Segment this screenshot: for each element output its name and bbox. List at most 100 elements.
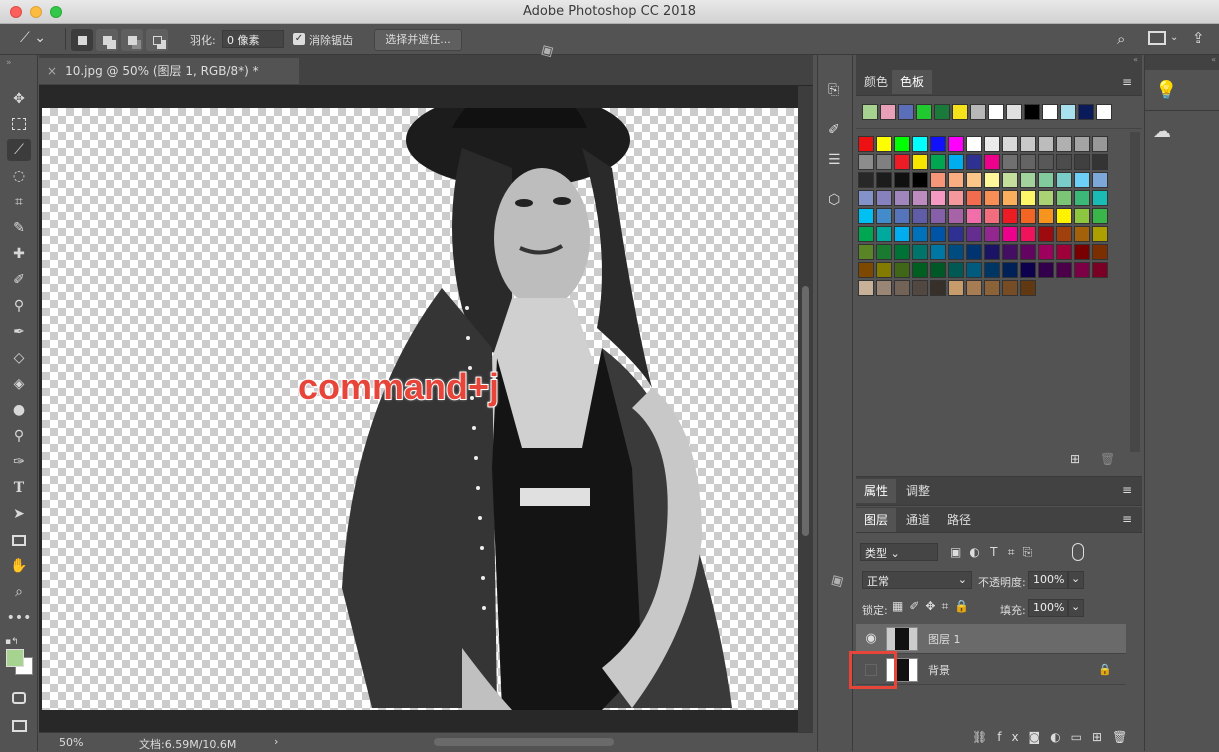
blend-mode-select[interactable]: 正常 ⌄ bbox=[862, 571, 972, 589]
swatch[interactable] bbox=[930, 262, 946, 278]
swatch[interactable] bbox=[1074, 172, 1090, 188]
recent-swatch[interactable] bbox=[880, 104, 896, 120]
tab-adjustments[interactable]: 调整 bbox=[898, 479, 938, 503]
search-icon[interactable]: ⌕ bbox=[1117, 30, 1125, 48]
swatch[interactable] bbox=[1074, 226, 1090, 242]
antialias-checkbox[interactable]: ✓ bbox=[293, 33, 305, 45]
swatch[interactable] bbox=[1002, 262, 1018, 278]
swatch[interactable] bbox=[1020, 190, 1036, 206]
swatch[interactable] bbox=[912, 154, 928, 170]
swatch[interactable] bbox=[876, 136, 892, 152]
polygonal-lasso-tool-icon[interactable]: ⟋ bbox=[7, 139, 31, 161]
swatch[interactable] bbox=[858, 280, 874, 296]
swatch[interactable] bbox=[894, 280, 910, 296]
swatch[interactable] bbox=[876, 190, 892, 206]
close-tab-icon[interactable]: × bbox=[47, 64, 57, 78]
tab-paths[interactable]: 路径 bbox=[939, 508, 979, 532]
swatches-scrollbar[interactable] bbox=[1130, 132, 1140, 452]
feather-input[interactable]: 0 像素 bbox=[222, 30, 284, 48]
fill-input[interactable]: 100% bbox=[1028, 599, 1068, 617]
swatch[interactable] bbox=[858, 136, 874, 152]
swatch[interactable] bbox=[1092, 262, 1108, 278]
swatch[interactable] bbox=[1038, 190, 1054, 206]
swatch[interactable] bbox=[930, 136, 946, 152]
swatch[interactable] bbox=[948, 154, 964, 170]
quick-mask-icon[interactable] bbox=[7, 687, 31, 709]
3d-cube-icon[interactable]: ⬡ bbox=[828, 192, 840, 208]
document-tab[interactable]: × 10.jpg @ 50% (图层 1, RGB/8*) * bbox=[39, 58, 299, 84]
layer-name[interactable]: 图层 1 bbox=[928, 631, 961, 647]
recent-swatch[interactable] bbox=[988, 104, 1004, 120]
vertical-scrollbar[interactable] bbox=[798, 86, 813, 732]
opacity-input[interactable]: 100% bbox=[1028, 571, 1068, 589]
swatch[interactable] bbox=[858, 154, 874, 170]
swatch[interactable] bbox=[930, 208, 946, 224]
swatch[interactable] bbox=[1020, 154, 1036, 170]
swatch[interactable] bbox=[858, 226, 874, 242]
layer-filter-kind-select[interactable]: 类型 ⌄ bbox=[860, 543, 938, 561]
swatch[interactable] bbox=[1020, 172, 1036, 188]
recent-swatch[interactable] bbox=[970, 104, 986, 120]
intersect-selection-button[interactable] bbox=[146, 29, 168, 51]
swatch[interactable] bbox=[1056, 208, 1072, 224]
tab-layers[interactable]: 图层 bbox=[856, 508, 897, 532]
recent-swatch[interactable] bbox=[898, 104, 914, 120]
swatch[interactable] bbox=[876, 208, 892, 224]
swatch[interactable] bbox=[1056, 190, 1072, 206]
paint-bucket-tool-icon[interactable]: ◈ bbox=[7, 373, 31, 395]
swatch[interactable] bbox=[1092, 208, 1108, 224]
quick-selection-tool-icon[interactable]: ◌ bbox=[7, 165, 31, 187]
recent-swatch[interactable] bbox=[952, 104, 968, 120]
swatch[interactable] bbox=[1020, 136, 1036, 152]
screen-mode-icon[interactable] bbox=[7, 715, 31, 737]
swatch[interactable] bbox=[894, 262, 910, 278]
collapse-icon[interactable]: « bbox=[1145, 55, 1219, 70]
history-icon[interactable]: ⎘ bbox=[828, 82, 839, 98]
swatch[interactable] bbox=[948, 172, 964, 188]
swatch[interactable] bbox=[1002, 136, 1018, 152]
swatch[interactable] bbox=[1074, 154, 1090, 170]
tab-color[interactable]: 颜色 bbox=[856, 70, 896, 94]
swatch[interactable] bbox=[966, 190, 982, 206]
swatch[interactable] bbox=[1074, 262, 1090, 278]
recent-swatch[interactable] bbox=[1060, 104, 1076, 120]
lightbulb-icon[interactable]: 💡 bbox=[1155, 80, 1177, 101]
swatch[interactable] bbox=[948, 262, 964, 278]
swatch[interactable] bbox=[912, 262, 928, 278]
layer-name[interactable]: 背景 bbox=[928, 662, 950, 678]
subtract-selection-button[interactable] bbox=[121, 29, 143, 51]
swatch[interactable] bbox=[1056, 262, 1072, 278]
panel-menu-icon[interactable]: ≡ bbox=[1122, 75, 1132, 89]
zoom-tool-icon[interactable]: ⌕ bbox=[7, 581, 31, 603]
panel-menu-icon[interactable]: ≡ bbox=[1122, 483, 1132, 497]
swatch[interactable] bbox=[1092, 190, 1108, 206]
new-swatch-icon[interactable]: ⊞ bbox=[1070, 452, 1080, 466]
swatch[interactable] bbox=[1056, 244, 1072, 260]
swatch[interactable] bbox=[894, 244, 910, 260]
swatch[interactable] bbox=[876, 172, 892, 188]
swatch[interactable] bbox=[858, 190, 874, 206]
swatch[interactable] bbox=[1038, 154, 1054, 170]
recent-swatch[interactable] bbox=[1078, 104, 1094, 120]
recent-swatch[interactable] bbox=[1042, 104, 1058, 120]
type-tool-icon[interactable]: T bbox=[7, 477, 31, 499]
new-selection-button[interactable] bbox=[71, 29, 93, 51]
swatch[interactable] bbox=[1020, 226, 1036, 242]
swatch[interactable] bbox=[948, 226, 964, 242]
layer-row[interactable]: ◉ 图层 1 bbox=[856, 624, 1126, 654]
swatch[interactable] bbox=[876, 154, 892, 170]
fill-dropdown[interactable]: ⌄ bbox=[1068, 599, 1084, 617]
eye-icon[interactable]: ◉ bbox=[856, 631, 886, 646]
swatch[interactable] bbox=[966, 136, 982, 152]
select-and-mask-button[interactable]: 选择并遮住... bbox=[374, 29, 462, 51]
scroll-thumb[interactable] bbox=[802, 286, 809, 536]
brush-settings-icon[interactable]: ✐ bbox=[828, 122, 840, 138]
swatch[interactable] bbox=[1002, 226, 1018, 242]
marquee-tool-icon[interactable] bbox=[7, 113, 31, 135]
swatch[interactable] bbox=[1074, 244, 1090, 260]
swatch[interactable] bbox=[966, 262, 982, 278]
swatch[interactable] bbox=[984, 154, 1000, 170]
swatch[interactable] bbox=[1056, 226, 1072, 242]
swatch[interactable] bbox=[912, 172, 928, 188]
swatch[interactable] bbox=[1056, 172, 1072, 188]
